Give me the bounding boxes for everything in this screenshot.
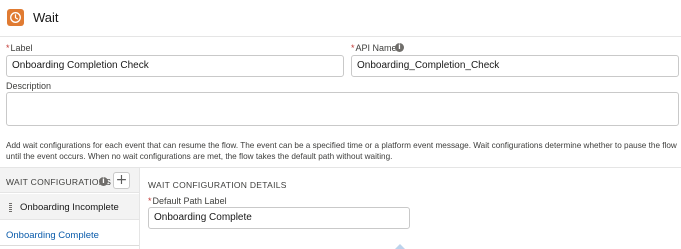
description-textarea[interactable] [6,92,679,126]
default-path-item-label: Onboarding Complete [6,230,99,241]
wait-configuration-item-label: Onboarding Incomplete [20,202,119,213]
label-field-label: *Label [6,43,33,53]
wait-configuration-item[interactable]: Onboarding Incomplete [0,194,139,220]
description-field-label: Description [6,81,52,91]
add-wait-configuration-button[interactable]: + [113,172,130,189]
clock-icon [7,9,24,26]
required-marker: * [351,43,355,53]
wait-help-text: Add wait configurations for each event t… [6,141,677,161]
wait-configuration-details-title: WAIT CONFIGURATION DETAILS [148,180,287,190]
info-icon[interactable]: i [99,177,108,186]
label-field-label-text: Label [10,43,33,53]
default-path-field-label-text: Default Path Label [152,196,227,206]
wait-configurations-panel: WAIT CONFIGURATIONS i + Onboarding Incom… [0,168,139,249]
required-marker: * [148,196,152,206]
default-path-item[interactable]: Onboarding Complete [0,220,139,246]
required-marker: * [6,43,10,53]
panel-title: Wait [33,10,59,25]
info-icon[interactable]: i [395,43,404,52]
wait-configurations-header: WAIT CONFIGURATIONS i + [0,168,139,193]
default-path-label-input[interactable]: Onboarding Complete [148,207,410,229]
panel-header: Wait [0,0,681,36]
label-input[interactable]: Onboarding Completion Check [6,55,344,77]
panel-divider [139,168,140,249]
default-path-field-label: *Default Path Label [148,196,227,206]
api-name-field-label: *API Name [351,43,397,53]
header-divider [0,36,681,37]
wait-configurations-title: WAIT CONFIGURATIONS [6,177,112,187]
api-name-input[interactable]: Onboarding_Completion_Check [351,55,679,77]
drag-handle-icon[interactable] [9,203,12,212]
scroll-caret-icon [395,244,405,249]
api-name-field-label-text: API Name [355,43,397,53]
